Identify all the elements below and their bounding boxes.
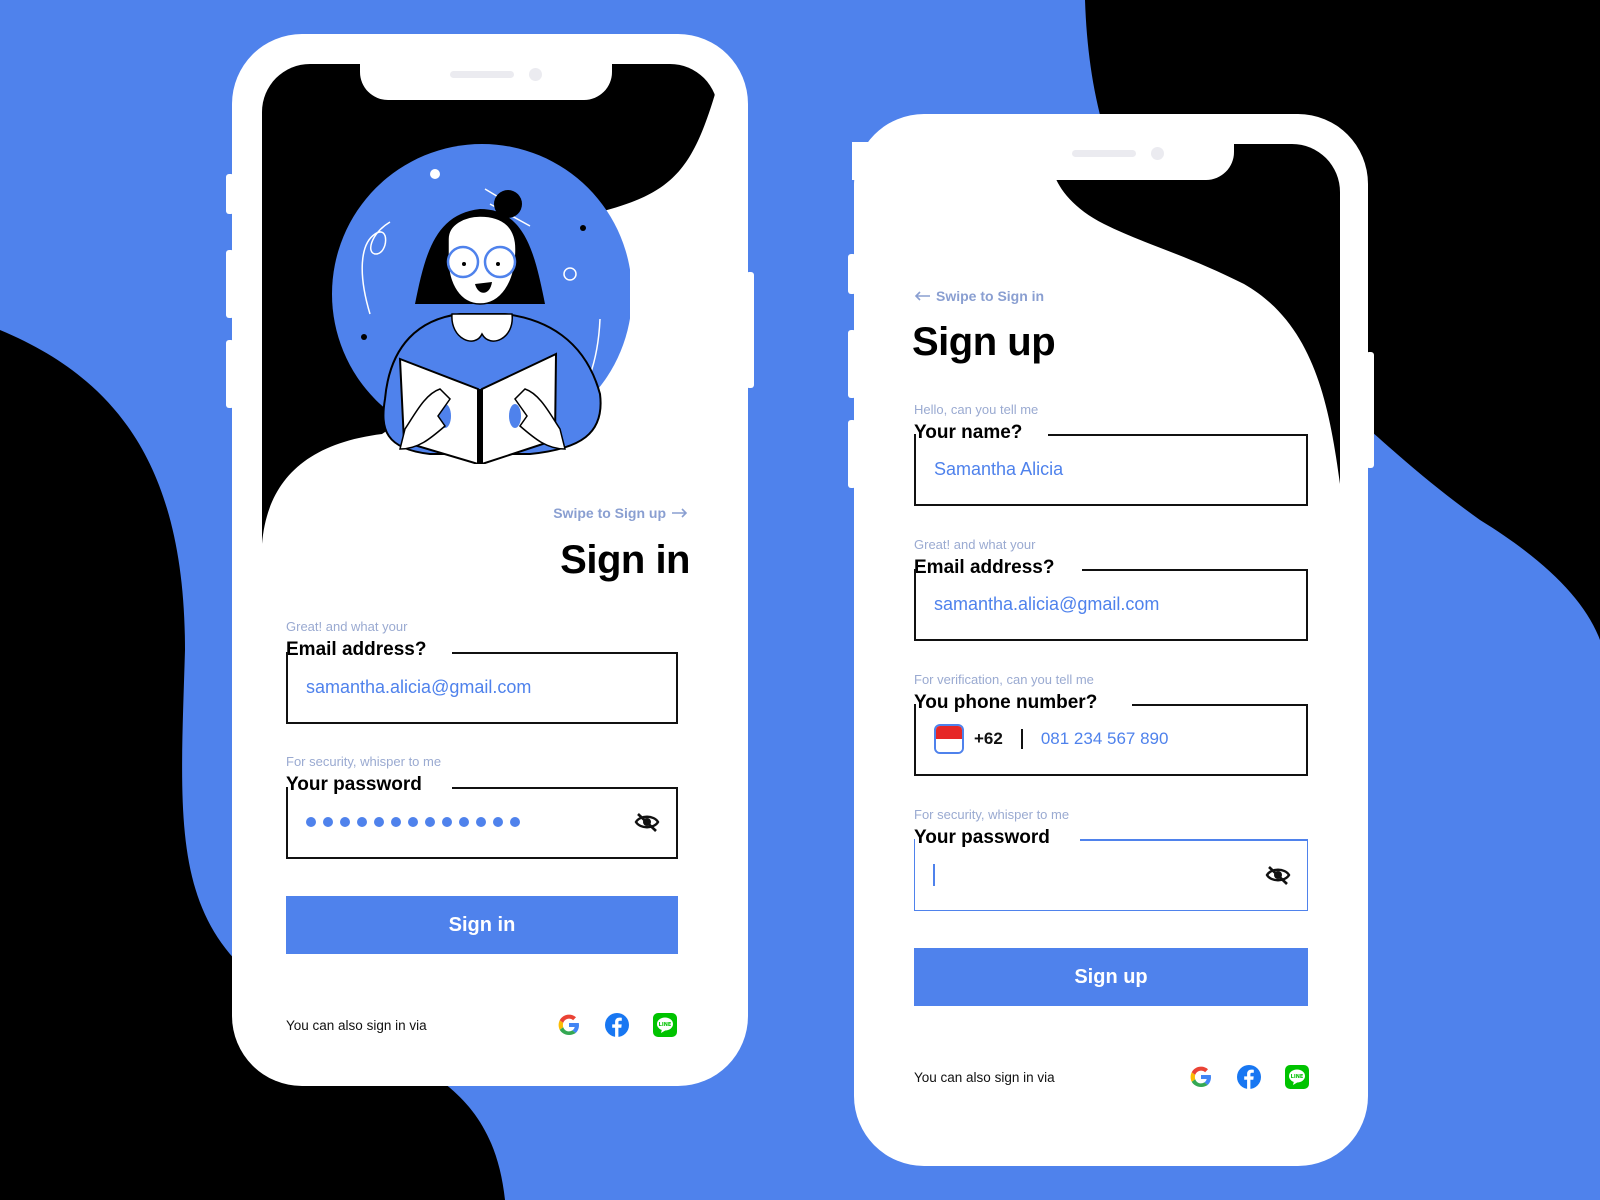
email-hint: Great! and what your <box>914 537 1036 552</box>
signin-title: Sign in <box>560 538 690 582</box>
svg-text:LINE: LINE <box>659 1022 672 1028</box>
phone-side-button <box>848 254 856 294</box>
email-input[interactable]: samantha.alicia@gmail.com <box>914 569 1308 641</box>
phone-side-button <box>848 420 856 488</box>
social-signin-group: LINE <box>556 1012 678 1038</box>
password-dot <box>391 817 401 827</box>
phone-side-button <box>746 272 754 388</box>
password-hint: For security, whisper to me <box>286 754 442 769</box>
signin-button[interactable]: Sign in <box>286 896 678 954</box>
name-input-value: Samantha Alicia <box>934 458 1064 479</box>
phone-side-button <box>848 330 856 398</box>
password-input[interactable] <box>286 787 678 859</box>
email-input[interactable]: samantha.alicia@gmail.com <box>286 652 678 724</box>
password-dot <box>306 817 316 827</box>
phone-side-button <box>226 340 234 408</box>
line-icon[interactable]: LINE <box>652 1012 678 1038</box>
screen-signup: Swipe to Sign in Sign up Hello, can you … <box>884 144 1340 1136</box>
facebook-icon[interactable] <box>1236 1064 1262 1090</box>
arrow-right-icon <box>672 508 688 518</box>
signup-title: Sign up <box>912 320 1056 364</box>
line-icon[interactable]: LINE <box>1284 1064 1310 1090</box>
password-dot <box>408 817 418 827</box>
password-hint: For security, whisper to me <box>914 807 1070 822</box>
phone-input-value: 081 234 567 890 <box>1040 729 1169 748</box>
phone-notch <box>852 142 1234 180</box>
phone-signup: Swipe to Sign in Sign up Hello, can you … <box>848 114 1374 1166</box>
phone-speaker <box>1072 150 1136 157</box>
phone-separator <box>1020 729 1023 749</box>
password-dot <box>425 817 435 827</box>
swipe-to-signin-label: Swipe to Sign in <box>936 288 1045 304</box>
eye-off-icon[interactable] <box>634 811 660 833</box>
password-dot <box>442 817 452 827</box>
phone-signin: Swipe to Sign up Sign in Great! and what… <box>226 34 754 1086</box>
password-dot <box>510 817 520 827</box>
email-input-value: samantha.alicia@gmail.com <box>934 593 1160 614</box>
name-hint: Hello, can you tell me <box>914 402 1039 417</box>
phone-camera <box>1151 147 1164 160</box>
phone-input[interactable]: +62 081 234 567 890 <box>914 704 1308 776</box>
country-dial-code[interactable]: +62 <box>974 729 1003 749</box>
swipe-to-signin-link[interactable]: Swipe to Sign in <box>914 288 1044 304</box>
eye-off-icon[interactable] <box>1265 864 1291 886</box>
phone-hint: For verification, can you tell me <box>914 672 1094 687</box>
password-dot <box>323 817 333 827</box>
email-hint: Great! and what your <box>286 619 408 634</box>
phone-side-button <box>226 174 234 214</box>
password-masked-value <box>288 817 520 827</box>
password-dot <box>374 817 384 827</box>
phone-side-button <box>1366 352 1374 468</box>
social-signin-group: LINE <box>1188 1064 1310 1090</box>
arrow-left-icon <box>914 291 930 301</box>
password-input[interactable] <box>914 839 1308 911</box>
phone-side-button <box>226 250 234 318</box>
text-cursor <box>933 863 935 886</box>
password-dot <box>459 817 469 827</box>
password-dot <box>476 817 486 827</box>
phone-speaker <box>450 71 514 78</box>
indonesia-flag-icon[interactable] <box>934 724 964 754</box>
facebook-icon[interactable] <box>604 1012 630 1038</box>
google-icon[interactable] <box>1188 1064 1214 1090</box>
signup-button[interactable]: Sign up <box>914 948 1308 1006</box>
phone-camera <box>529 68 542 81</box>
alt-signin-label: You can also sign in via <box>914 1070 1055 1085</box>
screen-signin: Swipe to Sign up Sign in Great! and what… <box>262 64 718 1056</box>
phone-notch <box>360 62 612 100</box>
password-dot <box>340 817 350 827</box>
password-dot <box>357 817 367 827</box>
google-icon[interactable] <box>556 1012 582 1038</box>
swipe-to-signup-label: Swipe to Sign up <box>553 505 666 521</box>
swipe-to-signup-link[interactable]: Swipe to Sign up <box>553 505 688 521</box>
alt-signin-label: You can also sign in via <box>286 1018 427 1033</box>
password-dot <box>493 817 503 827</box>
reading-girl-illustration <box>332 144 630 464</box>
svg-text:LINE: LINE <box>1291 1074 1304 1080</box>
email-input-value: samantha.alicia@gmail.com <box>306 676 532 697</box>
name-input[interactable]: Samantha Alicia <box>914 434 1308 506</box>
